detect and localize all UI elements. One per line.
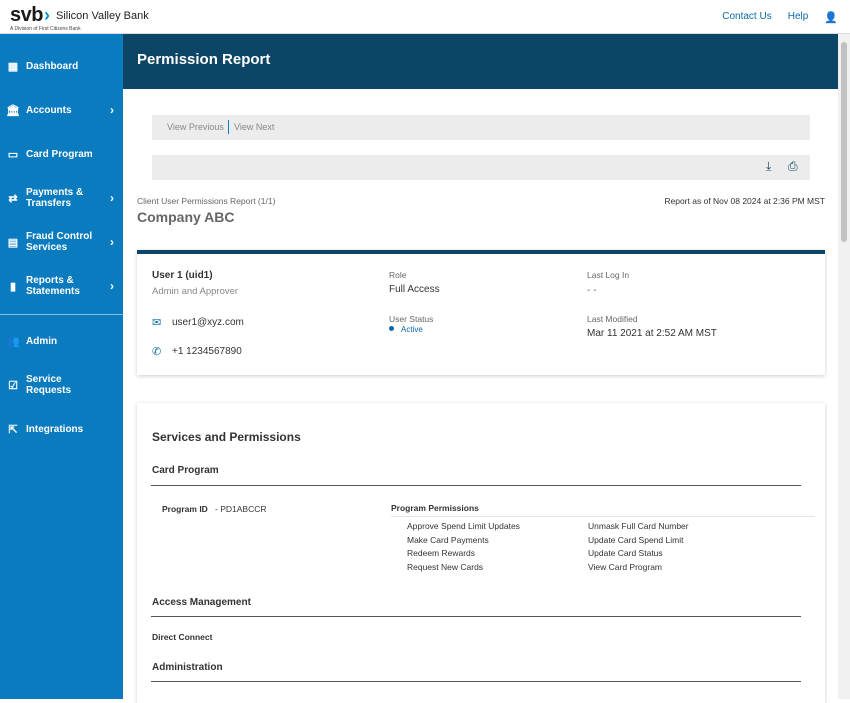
sidebar-item-integrations[interactable]: ⇱ Integrations [0,409,123,449]
integration-icon: ⇱ [8,423,18,436]
program-id-label: Program ID [162,504,208,514]
page-title: Permission Report [123,34,838,89]
report-toolbar: ⤓ ⎙ [152,155,810,180]
chevron-right-icon: › [110,235,114,249]
chevron-right-icon: › [110,103,114,117]
email-icon: ✉ [152,317,162,329]
scrollbar-thumb[interactable] [841,42,847,242]
bank-name: Silicon Valley Bank [56,10,149,22]
dashboard-icon: ▦ [7,60,19,73]
checkbox-icon: ☑ [8,379,18,392]
program-id-value: - PD1ABCCR [215,504,267,514]
user-card: User 1 (uid1) Admin and Approver ✉ user1… [137,250,825,375]
permission-item: Redeem Rewards [407,548,476,558]
program-permissions-label: Program Permissions [391,503,479,513]
section-divider [151,616,801,617]
sidebar-item-label: Card Program [26,148,93,160]
people-icon: 👥 [6,335,20,348]
sidebar-item-dashboard[interactable]: ▦ Dashboard [0,46,123,86]
sidebar-item-fraud-control-services[interactable]: ▤ Fraud Control Services › [0,222,123,262]
role-label: Role [389,270,407,280]
administration-heading: Administration [152,662,223,673]
permission-item: Update Card Status [588,548,663,558]
access-management-heading: Access Management [152,597,251,608]
download-icon[interactable]: ⤓ [766,159,771,174]
direct-connect-label: Direct Connect [152,632,213,642]
permission-item: View Card Program [588,561,663,572]
card-program-heading: Card Program [152,465,219,476]
role-value: Full Access [389,284,440,295]
section-divider [151,485,801,486]
permission-item: Approve Spend Limit Updates [407,521,520,531]
services-card: Services and Permissions Card Program Pr… [137,403,825,703]
status-badge: Active [401,325,423,334]
contact-us-link[interactable]: Contact Us [722,11,771,24]
user-email: user1@xyz.com [172,317,244,328]
user-profile-icon[interactable]: 👤 [824,11,838,24]
sidebar-item-label: Integrations [26,423,84,435]
print-icon[interactable]: ⎙ [788,159,798,174]
bank-icon: 🏛 [6,104,20,117]
view-next-button[interactable]: View Next [234,122,274,132]
sidebar-item-label: Service Requests [26,374,72,396]
company-name: Company ABC [137,209,235,225]
logo-subtitle: A Division of First Citizens Bank [10,26,81,32]
last-modified-value: Mar 11 2021 at 2:52 AM MST [587,328,717,339]
sidebar-item-service-requests[interactable]: ☑ Service Requests [0,365,123,405]
chevron-right-icon: › [110,191,114,205]
logo-text: svb [10,4,43,26]
document-icon: ▮ [9,280,17,293]
last-modified-label: Last Modified [587,314,638,324]
logo-chevron-icon: › [43,5,50,25]
sidebar-item-label: Fraud Control Services [26,231,93,253]
sidebar-item-admin[interactable]: 👥 Admin [0,321,123,361]
top-header: svb› Silicon Valley Bank A Division of F… [0,0,850,34]
help-link[interactable]: Help [788,11,809,24]
services-title: Services and Permissions [152,430,301,444]
card-shield-icon: ▤ [7,236,19,249]
phone-icon: ✆ [152,346,162,358]
report-label: Client User Permissions Report (1/1) [137,196,276,206]
user-phone: +1 1234567890 [172,346,242,357]
card-icon: ▭ [7,148,19,161]
permission-item: Update Card Spend Limit [588,534,684,545]
report-date: Report as of Nov 08 2024 at 2:36 PM MST [664,196,825,206]
user-type: Admin and Approver [152,286,239,297]
svb-logo[interactable]: svb› Silicon Valley Bank A Division of F… [10,4,149,32]
sidebar: ▦ Dashboard 🏛 Accounts › ▭ Card Program ⇄ Paymen… [0,34,123,699]
sidebar-item-reports-statements[interactable]: ▮ Reports & Statements › [0,266,123,306]
permission-item: Request New Cards [407,561,484,572]
sidebar-item-payments-transfers[interactable]: ⇄ Payments & Transfers › [0,178,123,218]
permissions-divider [391,516,815,517]
chevron-right-icon: › [110,279,114,293]
view-previous-button[interactable]: View Previous [167,122,224,132]
sidebar-item-accounts[interactable]: 🏛 Accounts › [0,90,123,130]
status-label: User Status [389,314,434,324]
sidebar-item-label: Reports & Statements [26,275,80,297]
sidebar-divider [0,314,123,315]
section-divider [151,681,801,682]
main-content: View Previous View Next ⤓ ⎙ Client User … [123,89,838,703]
transfer-icon: ⇄ [8,192,18,205]
last-login-label: Last Log In [587,270,630,280]
sidebar-item-label: Admin [26,335,58,347]
permission-item: Make Card Payments [407,534,489,545]
status-dot [389,326,394,331]
last-login-value: - - [587,285,597,296]
sidebar-item-label: Accounts [26,104,72,116]
sidebar-item-card-program[interactable]: ▭ Card Program [0,134,123,174]
report-navigation: View Previous View Next [152,115,810,140]
sidebar-item-label: Dashboard [26,60,79,72]
sidebar-item-label: Payments & Transfers [26,187,84,209]
nav-divider [228,120,229,134]
scrollbar[interactable] [838,34,850,699]
permission-item: Unmask Full Card Number [588,521,689,531]
user-name: User 1 (uid1) [152,270,213,281]
